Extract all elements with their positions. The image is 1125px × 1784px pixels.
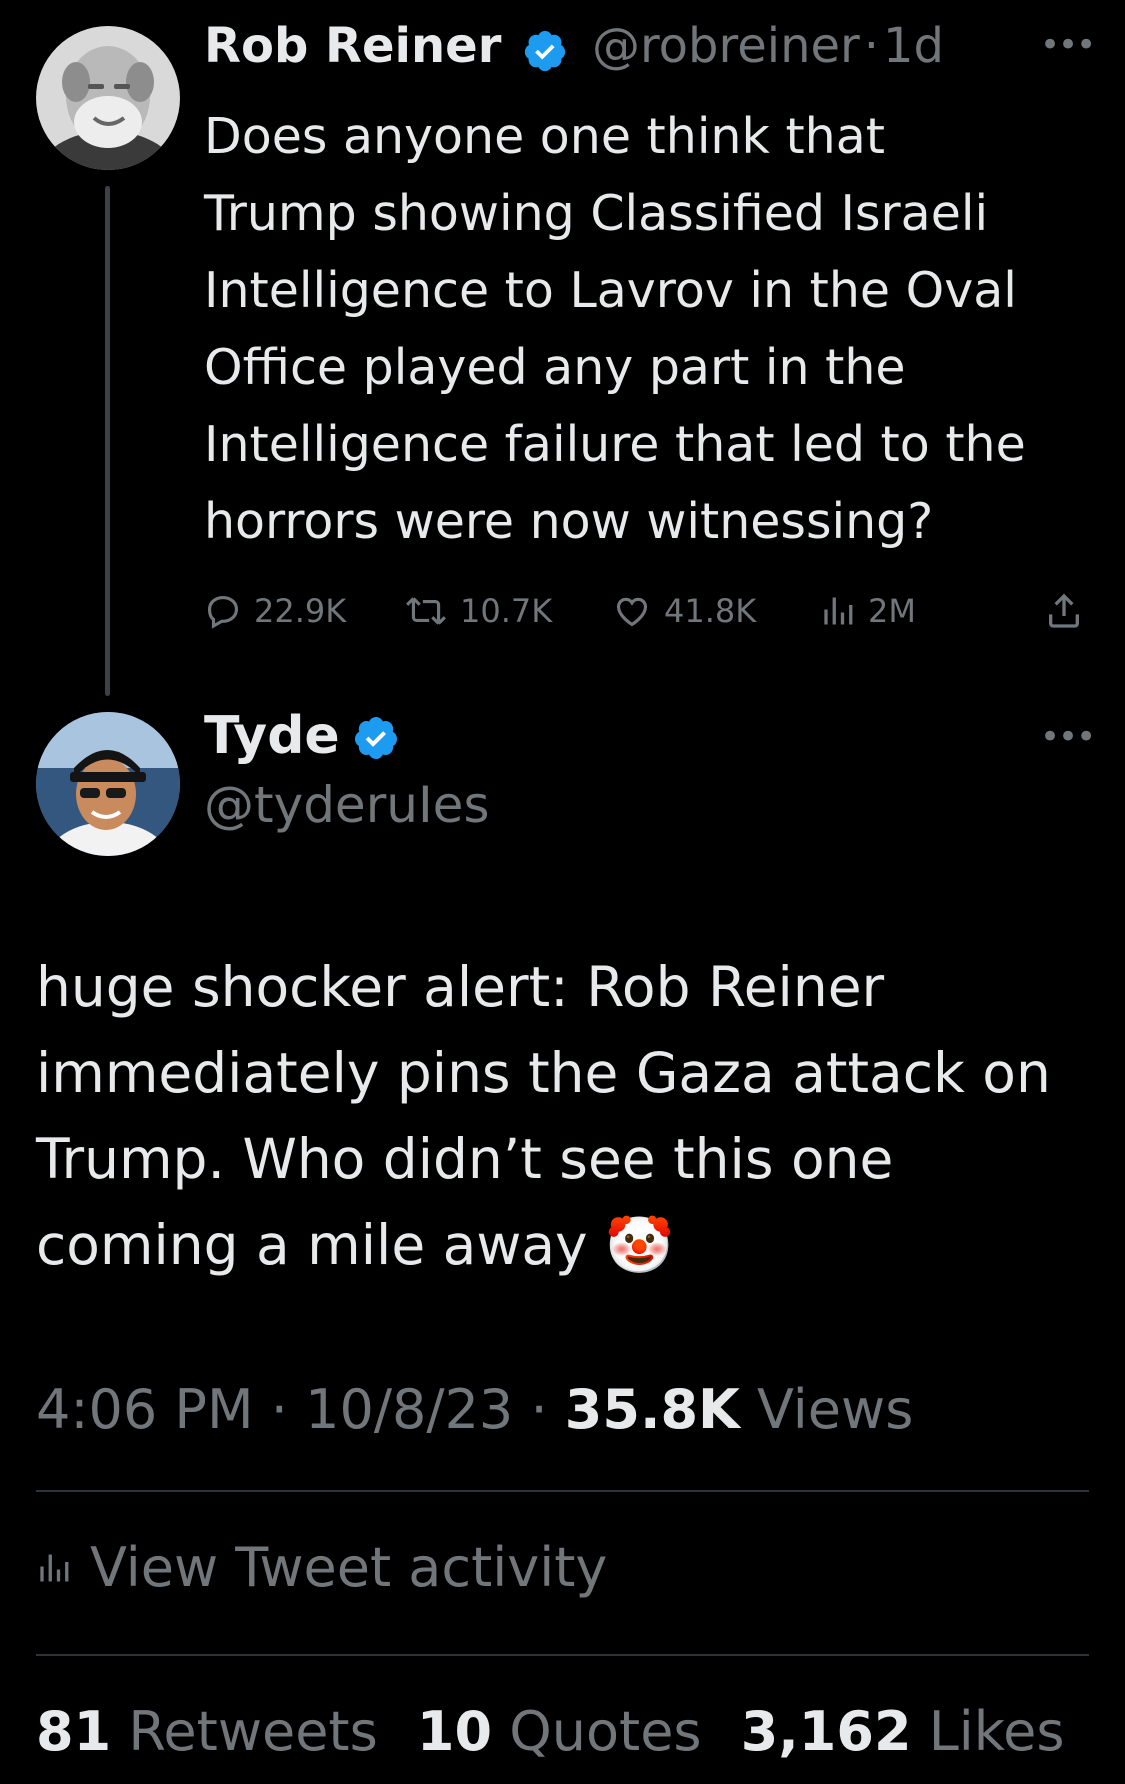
main-tweet-text: huge shocker alert: Rob Reiner immediate… (36, 944, 1096, 1288)
more-icon[interactable]: ••• (1040, 720, 1096, 754)
views-label: Views (757, 1378, 914, 1441)
verified-icon (524, 30, 566, 72)
divider (36, 1490, 1089, 1492)
share-button[interactable] (1044, 586, 1084, 636)
views-count: 2M (868, 592, 916, 630)
tweet-action-bar: 22.9K 10.7K 41.8K 2M (204, 586, 1084, 636)
like-icon (616, 597, 648, 627)
tweet-time[interactable]: 4:06 PM (36, 1378, 254, 1441)
separator-dot: · (863, 18, 880, 74)
divider (36, 1654, 1089, 1656)
like-count: 41.8K (664, 592, 757, 630)
view-tweet-activity-link[interactable]: View Tweet activity (36, 1536, 607, 1599)
quotes-stat[interactable]: 10 Quotes (417, 1700, 702, 1763)
views-icon (824, 597, 853, 625)
time-ago[interactable]: 1d (883, 18, 944, 74)
author-name[interactable]: Tyde (204, 706, 340, 766)
likes-stat[interactable]: 3,162 Likes (741, 1700, 1065, 1763)
separator-dot: · (530, 1378, 548, 1441)
tweet-meta: 4:06 PM · 10/8/23 · 35.8K Views (36, 1378, 913, 1441)
views-button[interactable]: 2M (820, 586, 916, 636)
author-handle[interactable]: @robreiner·1d (592, 18, 944, 74)
retweets-stat[interactable]: 81 Retweets (36, 1700, 378, 1763)
handle-text: @robreiner (592, 18, 860, 74)
author-handle[interactable]: @tyderuIes (204, 776, 490, 834)
tweet-stats: 81 Retweets 10 Quotes 3,162 Likes (36, 1700, 1087, 1763)
separator-dot: · (270, 1378, 288, 1441)
reply-count: 22.9K (254, 592, 347, 630)
main-tweet-body: huge shocker alert: Rob Reiner immediate… (36, 955, 1051, 1277)
tweet-date[interactable]: 10/8/23 (305, 1378, 513, 1441)
thread-connector-line (105, 186, 110, 696)
reply-button[interactable]: 22.9K (204, 586, 346, 636)
clown-emoji: 🤡 (605, 1213, 674, 1277)
reply-icon (207, 595, 239, 629)
reply-to-tweet-text: Does anyone one think that Trump showing… (204, 108, 1026, 550)
like-button[interactable]: 41.8K (612, 586, 756, 636)
share-icon (1049, 593, 1079, 628)
more-icon[interactable]: ••• (1040, 28, 1096, 62)
avatar-tyde[interactable] (36, 712, 180, 856)
views-count: 35.8K (564, 1378, 740, 1441)
analytics-icon (40, 1554, 69, 1581)
retweet-count: 10.7K (460, 592, 553, 630)
retweet-button[interactable]: 10.7K (404, 586, 552, 636)
activity-label: View Tweet activity (90, 1536, 608, 1599)
retweet-icon (406, 597, 446, 625)
author-name[interactable]: Rob Reiner (204, 18, 501, 74)
verified-icon (354, 717, 397, 759)
avatar-rob-reiner[interactable] (36, 26, 180, 170)
